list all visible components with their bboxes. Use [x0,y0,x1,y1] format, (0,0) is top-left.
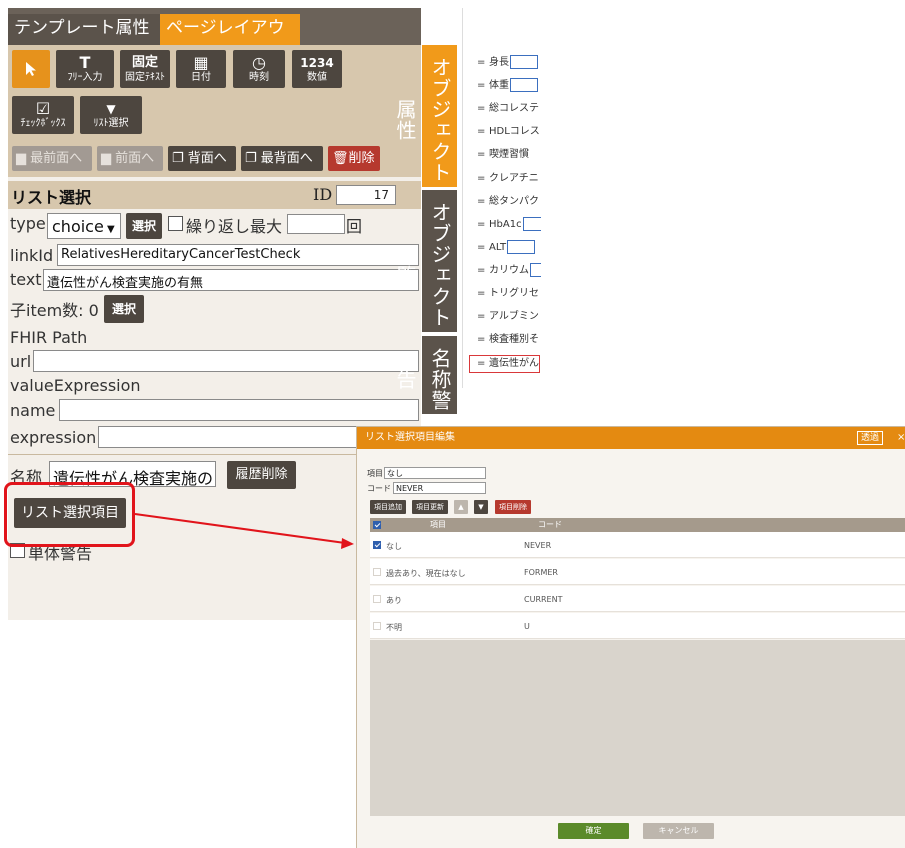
annotation-arrow [134,513,354,549]
